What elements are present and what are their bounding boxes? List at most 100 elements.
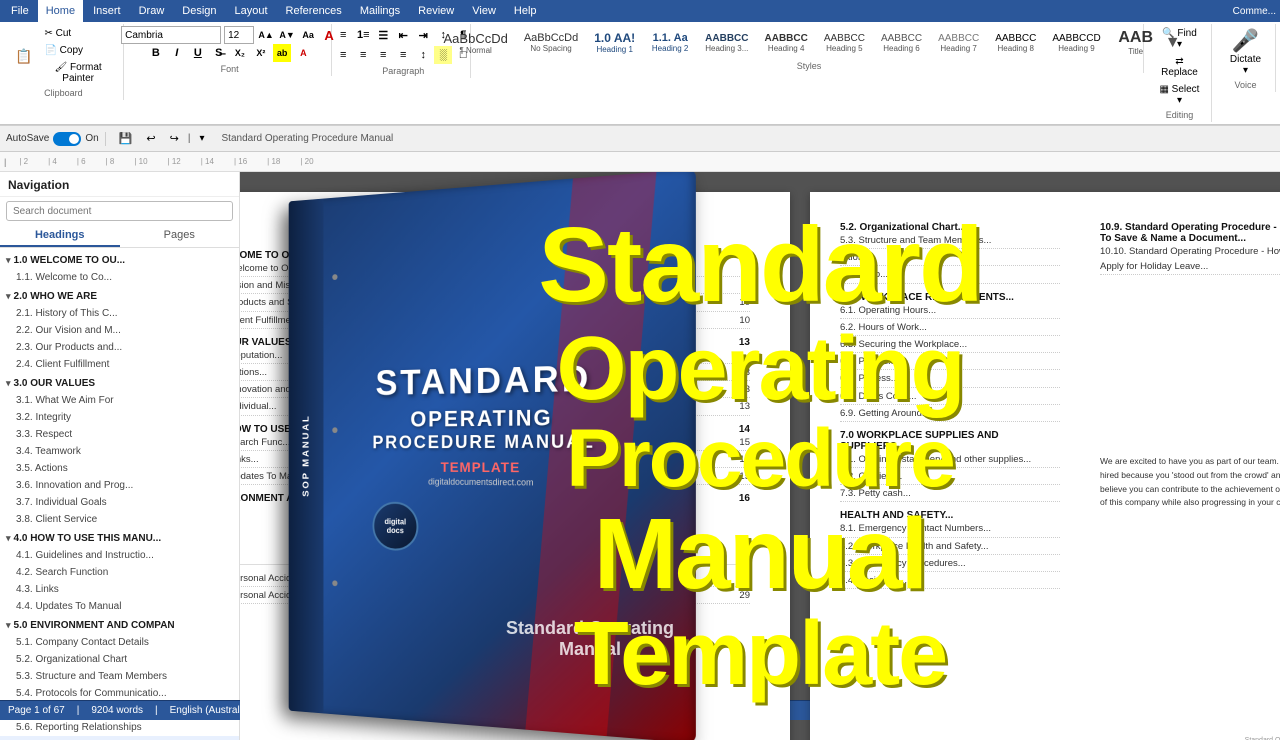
nav-item-s4-4[interactable]: 4.4. Updates To Manual — [0, 598, 239, 615]
review-tab[interactable]: Review — [410, 0, 462, 22]
nav-item-s5-3[interactable]: 5.3. Structure and Team Members — [0, 668, 239, 685]
font-color2-button[interactable]: A — [294, 44, 312, 62]
format-painter-button[interactable]: 🖌 Format Painter — [39, 60, 116, 86]
nav-item-s4-3[interactable]: 4.3. Links — [0, 581, 239, 598]
home-tab[interactable]: Home — [38, 0, 83, 22]
strikethrough-button[interactable]: S̶ — [210, 44, 228, 62]
replace-button[interactable]: ⇄ Replace — [1154, 54, 1205, 80]
book-logo-area: digitaldocs — [372, 501, 594, 556]
style-h9[interactable]: AABBCCD Heading 9 — [1046, 30, 1106, 56]
draw-tab[interactable]: Draw — [131, 0, 173, 22]
nav-item-s3-2[interactable]: 3.2. Integrity — [0, 409, 239, 426]
align-left-button[interactable]: ≡ — [334, 46, 352, 64]
dictate-button[interactable]: Dictate ▾ — [1226, 54, 1264, 76]
view-tab[interactable]: View — [464, 0, 504, 22]
nav-item-s3-7[interactable]: 3.7. Individual Goals — [0, 494, 239, 511]
justify-button[interactable]: ≡ — [394, 46, 412, 64]
nav-item-s2-3[interactable]: 2.3. Our Products and... — [0, 339, 239, 356]
nav-item-s5-1[interactable]: 5.1. Company Contact Details — [0, 634, 239, 651]
mailings-tab[interactable]: Mailings — [352, 0, 408, 22]
nav-item-s1-1[interactable]: 1.1. Welcome to Co... — [0, 269, 239, 286]
nav-item-s3[interactable]: ▾ 3.0 OUR VALUES — [0, 373, 239, 392]
nav-item-s3-1[interactable]: 3.1. What We Aim For — [0, 392, 239, 409]
document-area: SOP MANUAL STANDARD OPERATING PROCEDURE … — [240, 172, 1280, 740]
nav-item-s2-1[interactable]: 2.1. History of This C... — [0, 305, 239, 322]
numbering-button[interactable]: 1≡ — [354, 26, 372, 44]
increase-indent-button[interactable]: ⇥ — [414, 26, 432, 44]
nav-label-s5-4: 5.4. Protocols for Communicatio... — [16, 687, 233, 700]
nav-item-s3-5[interactable]: 3.5. Actions — [0, 460, 239, 477]
file-tab[interactable]: File — [4, 2, 36, 20]
nav-item-s3-3[interactable]: 3.3. Respect — [0, 426, 239, 443]
nav-item-s4-2[interactable]: 4.2. Search Function — [0, 564, 239, 581]
font-grow-button[interactable]: A▲ — [257, 26, 275, 44]
nav-tab-pages[interactable]: Pages — [120, 225, 240, 247]
nav-search-input[interactable] — [6, 201, 233, 221]
align-right-button[interactable]: ≡ — [374, 46, 392, 64]
redo-button[interactable]: ↪ — [165, 130, 184, 147]
style-h4[interactable]: AABBCC Heading 4 — [759, 30, 814, 56]
copy-button[interactable]: 📄 Copy — [39, 43, 116, 58]
toc-page-4-2: 15 — [730, 435, 750, 450]
nav-item-s4-1[interactable]: 4.1. Guidelines and Instructio... — [0, 547, 239, 564]
right-label-5-5: 5.5. Expo... — [840, 267, 1060, 282]
undo-button[interactable]: ↩ — [141, 130, 160, 147]
font-name-input[interactable] — [121, 26, 221, 44]
multilevel-button[interactable]: ☰ — [374, 26, 392, 44]
style-normal[interactable]: AaBbCcDd ¶ Normal — [438, 28, 514, 58]
toc-howto-page: 14 — [739, 424, 750, 435]
underline-button[interactable]: U — [189, 44, 207, 62]
select-button[interactable]: ▦ Select ▾ — [1154, 82, 1205, 108]
font-size-input[interactable] — [224, 26, 254, 44]
style-h3[interactable]: AABBCC Heading 3... — [699, 30, 754, 56]
help-tab[interactable]: Help — [506, 0, 545, 22]
line-spacing-button[interactable]: ↕ — [414, 46, 432, 64]
find-button[interactable]: 🔍 Find ▾ — [1154, 26, 1205, 52]
nav-item-s5[interactable]: ▾ 5.0 ENVIRONMENT AND COMPAN — [0, 615, 239, 634]
insert-tab[interactable]: Insert — [85, 0, 129, 22]
design-tab[interactable]: Design — [174, 0, 224, 22]
style-h6[interactable]: AABBCC Heading 6 — [875, 30, 928, 56]
bullets-button[interactable]: ≡ — [334, 26, 352, 44]
style-h5[interactable]: AABBCC Heading 5 — [818, 30, 871, 56]
style-h2[interactable]: 1.1. Aa Heading 2 — [645, 29, 695, 56]
right-label-10-10: 10.10. Standard Operating Procedure - Ho… — [1100, 244, 1280, 274]
nav-item-s3-4[interactable]: 3.4. Teamwork — [0, 443, 239, 460]
autosave-toggle[interactable] — [53, 132, 81, 146]
clear-format-button[interactable]: Aa — [299, 26, 317, 44]
font-shrink-button[interactable]: A▼ — [278, 26, 296, 44]
nav-item-s5-6[interactable]: 5.6. Reporting Relationships — [0, 719, 239, 736]
superscript-button[interactable]: X² — [252, 44, 270, 62]
style-h8[interactable]: AABBCC Heading 8 — [989, 30, 1042, 56]
subscript-button[interactable]: X₂ — [231, 44, 249, 62]
customize-toolbar-button[interactable]: ▾ — [194, 131, 209, 146]
nav-item-s2-4[interactable]: 2.4. Client Fulfillment — [0, 356, 239, 373]
right-label-supplies: 7.0 WORKPLACE SUPPLIES AND SUPPLIERS... — [840, 430, 1060, 452]
save-button[interactable]: 💾 — [114, 130, 138, 147]
decrease-indent-button[interactable]: ⇤ — [394, 26, 412, 44]
highlight-button[interactable]: ab — [273, 44, 292, 62]
nav-label-s2: 2.0 WHO WE ARE — [14, 290, 233, 303]
nav-item-s3-8[interactable]: 3.8. Client Service — [0, 511, 239, 528]
paste-button[interactable]: 📋 — [10, 41, 37, 71]
nav-item-s5-2[interactable]: 5.2. Organizational Chart — [0, 651, 239, 668]
nav-item-s4[interactable]: ▾ 4.0 HOW TO USE THIS MANU... — [0, 528, 239, 547]
nav-item-s2-2[interactable]: 2.2. Our Vision and M... — [0, 322, 239, 339]
references-tab[interactable]: References — [278, 0, 350, 22]
style-no-spacing[interactable]: AaBbCcDd No Spacing — [518, 29, 584, 56]
bold-button[interactable]: B — [147, 44, 165, 62]
italic-button[interactable]: I — [168, 44, 186, 62]
ruler-20: | 20 — [300, 157, 313, 166]
style-h1[interactable]: 1.0 AA! Heading 1 — [588, 28, 641, 57]
nav-tab-headings[interactable]: Headings — [0, 225, 120, 247]
nav-item-s3-6[interactable]: 3.6. Innovation and Prog... — [0, 477, 239, 494]
align-center-button[interactable]: ≡ — [354, 46, 372, 64]
nav-item-s6[interactable]: ▾ 6.0 WORKPLACE REQUIREMENTS — [0, 736, 239, 740]
nav-item-s2[interactable]: ▾ 2.0 WHO WE ARE — [0, 286, 239, 305]
nav-item-s1[interactable]: ▾ 1.0 WELCOME TO OU... — [0, 250, 239, 269]
cut-button[interactable]: ✂ Cut — [39, 26, 116, 41]
nav-label-s4-2: 4.2. Search Function — [16, 566, 233, 579]
comments-button[interactable]: Comme... — [1233, 6, 1276, 17]
style-h7[interactable]: AABBCC Heading 7 — [932, 30, 985, 56]
layout-tab[interactable]: Layout — [227, 0, 276, 22]
